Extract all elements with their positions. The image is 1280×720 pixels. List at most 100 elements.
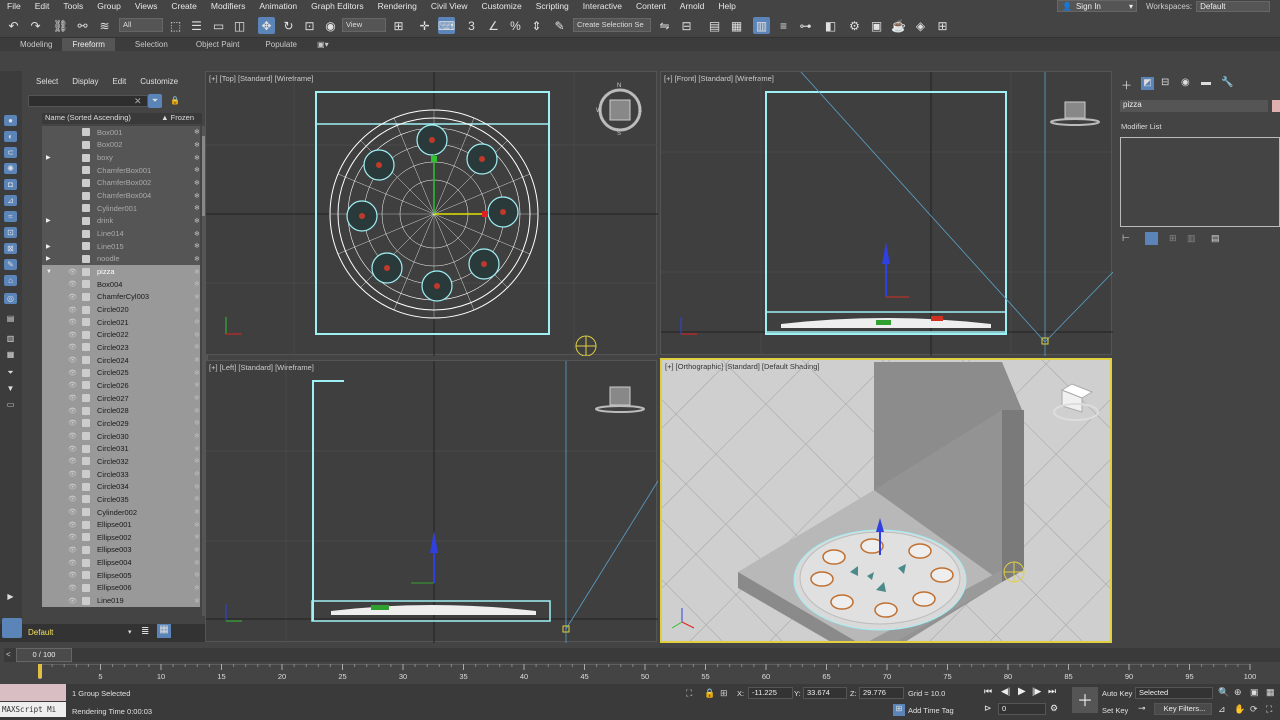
list-item[interactable]: 👁 Line019 ❄ <box>42 594 200 607</box>
list-item[interactable]: 👁 Circle028 ❄ <box>42 404 200 418</box>
visibility-eye-icon[interactable]: 👁 <box>68 521 77 529</box>
tab-freeform[interactable]: Freeform <box>62 38 115 51</box>
z-coord-field[interactable]: 29.776 <box>859 687 904 699</box>
add-time-tag[interactable]: Add Time Tag <box>908 706 954 715</box>
list-item[interactable]: ▼ 👁 pizza ❄ <box>42 265 200 278</box>
pin-stack-icon[interactable]: ⊢ <box>1122 233 1130 244</box>
list-item[interactable]: 👁 Circle034 ❄ <box>42 480 200 494</box>
select-manipulate-icon[interactable]: ✛ <box>416 17 433 34</box>
list-item[interactable]: 👁 Circle031 ❄ <box>42 442 200 456</box>
list-item[interactable]: ChamferBox004 ❄ <box>42 189 200 202</box>
maxscript-listener[interactable] <box>0 684 66 701</box>
freeze-icon[interactable]: ❄ <box>194 457 200 465</box>
list-item[interactable]: 👁 Circle021 ❄ <box>42 315 200 329</box>
viewport-top[interactable]: [+] [Top] [Standard] [Wireframe] N S E W <box>205 71 658 356</box>
list-item[interactable]: 👁 Ellipse006 ❄ <box>42 581 200 595</box>
list-item[interactable]: 👁 Circle023 ❄ <box>42 341 200 354</box>
maximize-viewport-icon[interactable]: ⛶ <box>1266 704 1272 715</box>
visibility-eye-icon[interactable]: 👁 <box>68 584 77 592</box>
list-item[interactable]: 👁 Ellipse005 ❄ <box>42 568 200 582</box>
column-name[interactable]: Name (Sorted Ascending) <box>42 113 131 124</box>
visibility-eye-icon[interactable]: 👁 <box>68 356 77 364</box>
viewport-left[interactable]: [+] [Left] [Standard] [Wireframe] <box>205 360 658 643</box>
list-item[interactable]: ChamferBox001 ❄ <box>42 163 200 177</box>
bind-spacewarp-icon[interactable]: ≋ <box>96 17 113 34</box>
menu-rendering[interactable]: Rendering <box>371 0 424 12</box>
workspace-value[interactable]: Default <box>1196 0 1271 12</box>
visibility-eye-icon[interactable]: 👁 <box>68 533 77 541</box>
list-item[interactable]: 👁 Circle033 ❄ <box>42 467 200 481</box>
freeze-icon[interactable]: ❄ <box>194 381 200 389</box>
toggle-explorer-icon[interactable]: ▦ <box>728 17 745 34</box>
display-tab-icon[interactable]: ▬ <box>1201 77 1211 88</box>
list-item[interactable]: 👁 Circle025 ❄ <box>42 366 200 380</box>
tab-object-paint[interactable]: Object Paint <box>186 38 250 51</box>
list-item[interactable]: 👁 ChamferCyl003 ❄ <box>42 290 200 304</box>
time-tag-icon[interactable]: ⊞ <box>893 704 905 716</box>
visibility-eye-icon[interactable]: 👁 <box>68 280 77 288</box>
window-crossing-icon[interactable]: ◫ <box>231 17 248 34</box>
ribbon-icon[interactable]: ▥ <box>753 17 770 34</box>
menu-interactive[interactable]: Interactive <box>576 0 629 12</box>
object-color-swatch[interactable] <box>1272 100 1280 112</box>
list-item[interactable]: 👁 Box004 ❄ <box>42 277 200 291</box>
freeze-icon[interactable]: ❄ <box>194 343 200 351</box>
list-item[interactable]: 👁 Circle032 ❄ <box>42 455 200 468</box>
display-frozen-icon[interactable]: ◎ <box>4 293 17 304</box>
arnold-icon[interactable]: ⊞ <box>934 17 951 34</box>
list-item[interactable]: ▶ noodle ❄ <box>42 252 200 266</box>
freeze-icon[interactable]: ❄ <box>194 141 200 149</box>
freeze-icon[interactable]: ❄ <box>194 179 200 187</box>
menu-arnold[interactable]: Arnold <box>673 0 712 12</box>
visibility-eye-icon[interactable]: 👁 <box>68 381 77 389</box>
remove-modifier-icon[interactable]: ▥ <box>1187 233 1196 244</box>
menu-civil-view[interactable]: Civil View <box>424 0 475 12</box>
transform-mode-icon[interactable]: ⊞ <box>720 688 728 699</box>
move-icon[interactable]: ✥ <box>258 17 275 34</box>
visibility-eye-icon[interactable]: 👁 <box>68 483 77 491</box>
render-setup-icon[interactable]: ⚙ <box>846 17 863 34</box>
freeze-icon[interactable]: ❄ <box>194 559 200 567</box>
scale-icon[interactable]: ⊡ <box>301 17 318 34</box>
list-item[interactable]: ▶ Line015 ❄ <box>42 239 200 253</box>
list-item[interactable]: 👁 Ellipse004 ❄ <box>42 556 200 569</box>
freeze-icon[interactable]: ❄ <box>194 495 200 503</box>
visibility-eye-icon[interactable]: 👁 <box>68 343 77 351</box>
freeze-icon[interactable]: ❄ <box>194 470 200 478</box>
freeze-icon[interactable]: ❄ <box>194 356 200 364</box>
place-icon[interactable]: ◉ <box>322 17 339 34</box>
visibility-eye-icon[interactable]: 👁 <box>68 432 77 440</box>
maxscript-input[interactable]: MAXScript Mi <box>0 702 66 717</box>
display-xrefs-icon[interactable]: ⊠ <box>4 243 17 254</box>
list-item[interactable]: ▶ boxy ❄ <box>42 151 200 164</box>
display-all-icon[interactable]: ▤ <box>4 313 17 324</box>
freeze-icon[interactable]: ❄ <box>194 306 200 314</box>
invert-display-icon[interactable]: ▦ <box>4 349 17 360</box>
visibility-eye-icon[interactable]: 👁 <box>68 571 77 579</box>
tab-modeling[interactable]: Modeling <box>10 38 62 51</box>
display-bones-icon[interactable]: ✎ <box>4 259 17 270</box>
layers-stack-icon[interactable]: ≣ <box>141 626 149 637</box>
freeze-icon[interactable]: ❄ <box>194 533 200 541</box>
list-item[interactable]: 👁 Ellipse003 ❄ <box>42 543 200 557</box>
menu-graph-editors[interactable]: Graph Editors <box>304 0 370 12</box>
named-selection-dropdown[interactable]: Create Selection Se <box>573 18 651 32</box>
list-item[interactable]: 👁 Circle035 ❄ <box>42 493 200 506</box>
link-icon[interactable]: ⛓ <box>52 17 69 34</box>
pivot-icon[interactable]: ⊞ <box>390 17 407 34</box>
menu-customize[interactable]: Customize <box>475 0 529 12</box>
undo-icon[interactable]: ↶ <box>5 17 22 34</box>
visibility-eye-icon[interactable]: 👁 <box>68 546 77 554</box>
column-frozen[interactable]: ▲ Frozen <box>161 113 202 124</box>
default-key-icon[interactable]: ＋ <box>1072 687 1098 713</box>
freeze-icon[interactable]: ❄ <box>194 331 200 339</box>
pan-icon[interactable]: ✋ <box>1234 704 1245 715</box>
select-object-icon[interactable]: ⬚ <box>167 17 184 34</box>
filter-icon[interactable]: ▼ <box>4 383 17 394</box>
align-icon[interactable]: ⊟ <box>678 17 695 34</box>
freeze-icon[interactable]: ❄ <box>194 242 200 250</box>
visibility-eye-icon[interactable]: 👁 <box>68 369 77 377</box>
scene-explorer-toggle-icon[interactable]: ▦ <box>157 624 171 638</box>
freeze-icon[interactable]: ❄ <box>194 521 200 529</box>
edit-named-sel-icon[interactable]: ✎ <box>551 17 568 34</box>
